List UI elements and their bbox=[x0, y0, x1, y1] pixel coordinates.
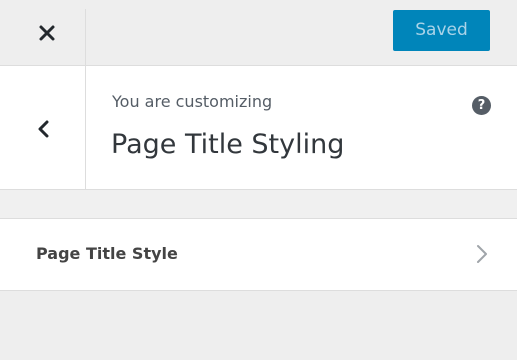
saved-button[interactable]: Saved bbox=[393, 10, 490, 51]
control-item-page-title-style[interactable]: Page Title Style bbox=[0, 219, 517, 291]
section-title: Page Title Styling bbox=[111, 129, 345, 160]
chevron-right-icon bbox=[477, 245, 487, 263]
control-label: Page Title Style bbox=[36, 244, 178, 263]
empty-panel-area bbox=[0, 291, 517, 360]
back-button[interactable] bbox=[10, 66, 86, 189]
customizing-label: You are customizing bbox=[112, 92, 273, 111]
section-divider bbox=[0, 190, 517, 219]
help-icon[interactable]: ? bbox=[472, 96, 491, 115]
close-x-icon bbox=[39, 25, 55, 41]
chevron-left-icon bbox=[38, 120, 49, 138]
section-info-panel: You are customizing Page Title Styling ? bbox=[0, 66, 517, 190]
customizer-header: Saved bbox=[0, 0, 517, 66]
close-customizer-button[interactable] bbox=[10, 9, 86, 65]
